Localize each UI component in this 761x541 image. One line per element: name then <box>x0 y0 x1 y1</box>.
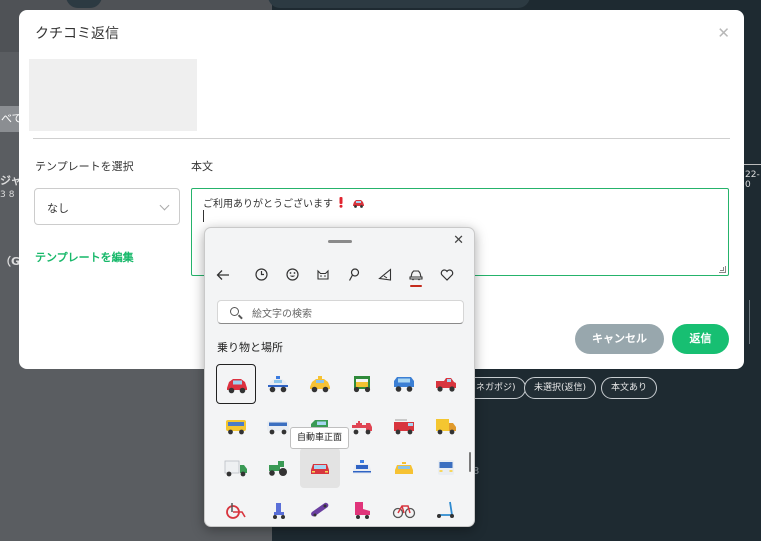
tractor-emoji-icon[interactable] <box>258 448 298 488</box>
car-emoji-icon <box>353 200 365 208</box>
bg-store-code: 38 <box>0 190 18 200</box>
skateboard-emoji-icon[interactable] <box>300 490 340 526</box>
oncoming-taxi-emoji-icon[interactable] <box>384 448 424 488</box>
reply-body-text: ご利用ありがとうございます <box>203 199 333 210</box>
bg-chip-has-body[interactable]: 本文あり <box>601 377 658 399</box>
delivery-truck-emoji-icon[interactable] <box>426 406 466 446</box>
suv-emoji-icon[interactable] <box>384 364 424 404</box>
pizza-slice-icon[interactable] <box>374 264 396 286</box>
edit-template-link[interactable]: テンプレートを編集 <box>35 249 134 265</box>
bg-chip-unreplied[interactable]: 未選択(返信) <box>524 377 597 399</box>
auto-rickshaw-emoji-icon[interactable] <box>342 364 382 404</box>
bg-tab-all: べて <box>0 106 20 132</box>
resize-handle-icon[interactable] <box>719 266 726 273</box>
template-select-value: なし <box>47 202 69 215</box>
articulated-lorry-emoji-icon[interactable] <box>216 448 256 488</box>
car-icon[interactable] <box>405 264 427 287</box>
template-select[interactable]: なし <box>34 188 180 225</box>
template-label: テンプレートを選択 <box>35 160 134 173</box>
emoji-search-placeholder: 絵文字の検索 <box>252 309 312 320</box>
oncoming-bus-emoji-icon[interactable] <box>426 448 466 488</box>
close-icon[interactable]: ✕ <box>453 233 464 248</box>
bg-date-label: 22-0 <box>745 170 760 190</box>
search-icon <box>230 307 239 316</box>
bicycle-emoji-icon[interactable] <box>384 490 424 526</box>
emoji-picker-panel: ✕ 絵文字の検索 乗り物と場所 自動車正面 <box>204 227 475 527</box>
oncoming-automobile-emoji-icon[interactable] <box>300 448 340 488</box>
exclamation-emoji-icon <box>339 197 343 208</box>
reply-button[interactable]: 返信 <box>672 324 729 354</box>
emoji-scrollbar[interactable] <box>469 452 471 472</box>
chevron-down-icon <box>159 200 170 211</box>
cancel-button[interactable]: キャンセル <box>575 324 664 354</box>
modal-divider <box>33 138 730 139</box>
close-icon[interactable]: ✕ <box>717 24 730 42</box>
fire-engine-emoji-icon[interactable] <box>384 406 424 446</box>
emoji-search-input[interactable]: 絵文字の検索 <box>217 300 464 324</box>
motorized-wheelchair-emoji-icon[interactable] <box>258 490 298 526</box>
emoji-tooltip: 自動車正面 <box>290 427 350 449</box>
oncoming-police-car-emoji-icon[interactable] <box>342 448 382 488</box>
police-car-emoji-icon[interactable] <box>258 364 298 404</box>
emoji-section-title: 乗り物と場所 <box>217 341 283 354</box>
drag-handle[interactable] <box>328 240 352 243</box>
trolleybus-emoji-icon[interactable] <box>216 406 256 446</box>
taxi-emoji-icon[interactable] <box>300 364 340 404</box>
pickup-truck-emoji-icon[interactable] <box>426 364 466 404</box>
reply-body-line: ご利用ありがとうございます <box>203 195 365 210</box>
lollipop-icon[interactable] <box>343 264 365 286</box>
manual-wheelchair-emoji-icon[interactable] <box>216 490 256 526</box>
modal-title: クチコミ返信 <box>35 26 119 42</box>
cat-face-icon[interactable] <box>312 264 334 286</box>
body-label: 本文 <box>191 160 213 173</box>
back-arrow-icon[interactable] <box>212 264 234 286</box>
roller-skate-emoji-icon[interactable] <box>342 490 382 526</box>
bg-separator <box>749 300 750 344</box>
clock-icon[interactable] <box>250 264 272 286</box>
heart-icon[interactable] <box>436 264 458 286</box>
bg-date-range-pill <box>268 0 530 8</box>
smiley-icon[interactable] <box>281 264 303 286</box>
kick-scooter-emoji-icon[interactable] <box>426 490 466 526</box>
text-caret <box>203 210 204 222</box>
automobile-emoji-icon[interactable] <box>216 364 256 404</box>
review-content-placeholder <box>29 59 197 131</box>
